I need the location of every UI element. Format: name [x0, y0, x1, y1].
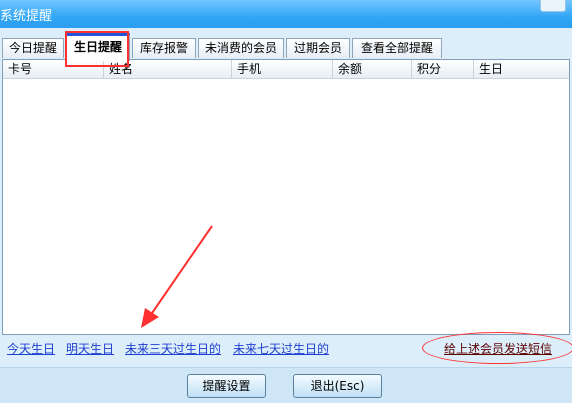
filter-today-link[interactable]: 今天生日: [7, 340, 55, 357]
filter-next-7-days-link[interactable]: 未来七天过生日的: [233, 340, 329, 357]
column-balance[interactable]: 余额: [333, 60, 412, 78]
column-card-number[interactable]: 卡号: [3, 60, 104, 78]
reminder-settings-button[interactable]: 提醒设置: [187, 374, 266, 398]
button-bar: 提醒设置 退出(Esc): [0, 367, 572, 403]
title-bar: 系统提醒: [0, 0, 572, 28]
filter-next-3-days-link[interactable]: 未来三天过生日的: [125, 340, 221, 357]
filter-tomorrow-link[interactable]: 明天生日: [66, 340, 114, 357]
tab-inactive-members[interactable]: 未消费的会员: [198, 38, 284, 58]
tab-birthday[interactable]: 生日提醒: [66, 33, 130, 61]
tab-stock-alert[interactable]: 库存报警: [132, 38, 196, 58]
column-points[interactable]: 积分: [412, 60, 474, 78]
column-phone[interactable]: 手机: [232, 60, 333, 78]
tab-today[interactable]: 今日提醒: [2, 38, 64, 58]
tab-all-reminders[interactable]: 查看全部提醒: [352, 38, 442, 58]
column-name[interactable]: 姓名: [104, 60, 232, 78]
send-sms-link[interactable]: 给上述会员发送短信: [444, 340, 552, 357]
exit-button[interactable]: 退出(Esc): [293, 374, 382, 398]
window-title: 系统提醒: [0, 9, 53, 24]
table-header: 卡号 姓名 手机 余额 积分 生日: [3, 60, 569, 79]
member-table[interactable]: 卡号 姓名 手机 余额 积分 生日: [2, 59, 570, 335]
tab-expired-members[interactable]: 过期会员: [286, 38, 350, 58]
column-birthday[interactable]: 生日: [474, 60, 569, 78]
close-button[interactable]: [540, 0, 566, 12]
